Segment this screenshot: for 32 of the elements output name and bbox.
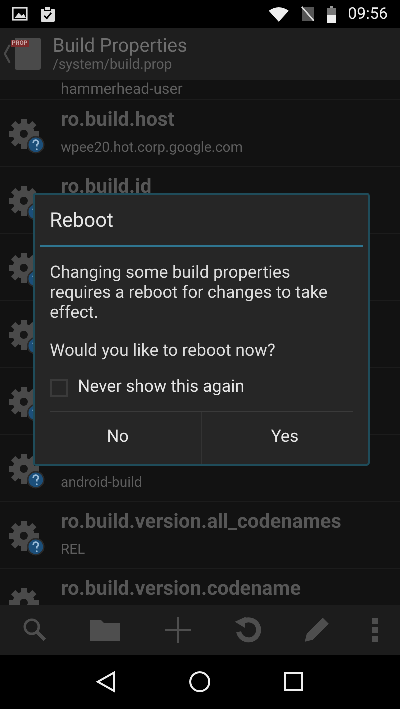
file-path: /system/build.prop	[53, 57, 174, 73]
property-value: android-build	[61, 475, 142, 491]
checkbox-label: Never show this again	[78, 376, 245, 399]
plus-icon[interactable]	[164, 616, 192, 644]
clipboard-check-icon	[40, 6, 56, 22]
overflow-menu-icon[interactable]	[372, 618, 378, 642]
property-value: wpee20.hot.corp.google.com	[61, 140, 244, 156]
home-icon[interactable]	[188, 671, 211, 693]
never-show-checkbox[interactable]: Never show this again	[35, 361, 368, 410]
dialog-title: Reboot	[49, 207, 115, 234]
property-value: hammerhead-user	[61, 81, 184, 97]
property-value: REL	[61, 542, 86, 558]
dialog-question: Would you like to reboot now?	[49, 340, 277, 361]
battery-icon	[327, 6, 336, 22]
pencil-icon[interactable]	[302, 616, 331, 644]
dialog-message: Changing some build properties requires a reboot for changes to take effect.	[49, 262, 329, 323]
clock-time: 09:56	[348, 3, 388, 25]
refresh-icon[interactable]	[234, 616, 262, 644]
back-icon[interactable]	[96, 671, 116, 693]
search-icon[interactable]	[22, 617, 48, 643]
property-name: ro.build.id	[61, 175, 152, 197]
dialog-button[interactable]: Yes	[201, 412, 368, 464]
property-name: ro.build.host	[61, 108, 176, 130]
property-name: ro.build.version.all_codenames	[61, 510, 342, 532]
recents-icon[interactable]	[284, 672, 304, 692]
screen-title: Build Properties	[53, 35, 188, 57]
back-caret-icon[interactable]	[4, 43, 11, 65]
dialog-button[interactable]: No	[35, 412, 201, 464]
no-sim-icon	[301, 6, 316, 22]
property-name: ro.build.version.codename	[61, 577, 302, 599]
wifi-icon	[269, 6, 290, 22]
image-icon	[12, 7, 28, 21]
